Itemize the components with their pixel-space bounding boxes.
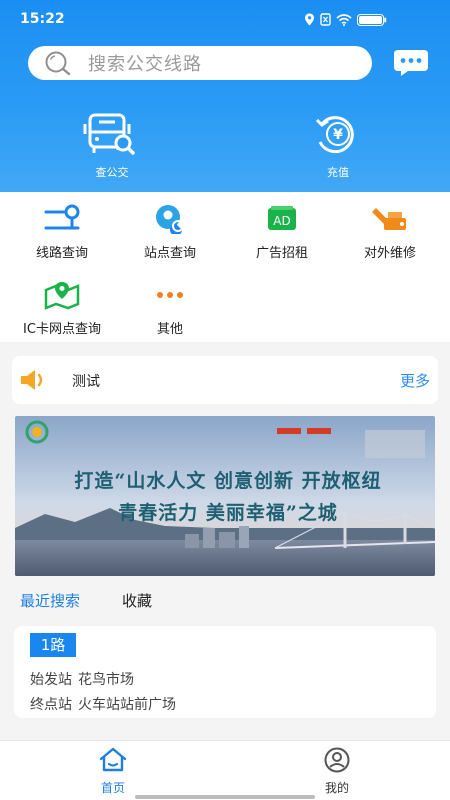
notice-more-link[interactable]: 更多 — [400, 370, 430, 391]
service-route-query[interactable]: 线路查询 — [6, 204, 118, 261]
battery-icon — [357, 13, 387, 26]
home-indicator — [135, 795, 315, 799]
tab-home[interactable]: 首页 — [73, 747, 153, 796]
search-placeholder: 搜索公交线路 — [88, 54, 202, 75]
service-label: 线路查询 — [35, 246, 88, 261]
svg-text:AD: AD — [273, 214, 290, 228]
quick-recharge-label: 充值 — [327, 166, 349, 179]
tab-profile-label: 我的 — [324, 781, 349, 795]
services-panel: 线路查询 站点查询 AD 广告招租 对外维修 IC卡网点查询 其他 — [0, 192, 450, 342]
repair-icon — [372, 208, 406, 230]
service-ad-rental[interactable]: AD 广告招租 — [226, 204, 338, 261]
yuan-recharge-icon: ¥ — [315, 116, 354, 154]
tab-home-label: 首页 — [100, 781, 125, 795]
notice-bar[interactable]: 测试 更多 — [12, 356, 438, 404]
map-pin-icon — [44, 282, 80, 310]
route-end-row: 终点站 火车站站前广场 — [30, 694, 176, 714]
message-button[interactable] — [392, 48, 430, 78]
bottom-tab-bar: 首页 我的 — [0, 740, 450, 800]
location-icon — [305, 13, 314, 26]
service-other[interactable]: 其他 — [114, 280, 226, 337]
quick-bus-query[interactable]: 查公交 — [52, 112, 172, 180]
route-start-row: 始发站 花鸟市场 — [30, 669, 134, 689]
home-icon — [99, 747, 127, 772]
search-icon — [45, 51, 71, 76]
recent-route-card[interactable]: 1路 始发站 花鸟市场 终点站 火车站站前广场 — [14, 626, 436, 718]
chat-bubble-icon — [394, 50, 428, 76]
bus-search-icon — [83, 113, 135, 155]
speaker-icon — [21, 370, 43, 390]
service-label: IC卡网点查询 — [23, 322, 101, 337]
status-time: 15:22 — [20, 11, 65, 27]
history-tabs: 最近搜索 收藏 — [20, 590, 152, 614]
service-label: 站点查询 — [143, 246, 196, 261]
service-repair[interactable]: 对外维修 — [334, 204, 446, 261]
tab-profile[interactable]: 我的 — [297, 747, 377, 796]
route-name-badge: 1路 — [30, 633, 76, 657]
banner-headline-2: 青春活力 美丽幸福”之城 — [118, 502, 338, 524]
service-label: 对外维修 — [363, 246, 416, 261]
quick-bus-label: 查公交 — [95, 166, 129, 179]
start-value: 花鸟市场 — [78, 672, 134, 688]
quick-recharge[interactable]: ¥ 充值 — [278, 112, 398, 180]
header: 15:22 搜索公交线路 查公交 ¥ 充值 — [0, 0, 450, 192]
ad-icon: AD — [268, 206, 296, 230]
notice-text: 测试 — [72, 374, 100, 390]
route-query-icon — [44, 204, 80, 230]
promo-banner[interactable]: 打造“山水人文 创意创新 开放枢纽 青春活力 美丽幸福”之城 — [15, 416, 435, 576]
tab-favorites[interactable]: 收藏 — [122, 590, 152, 614]
sim-icon — [320, 13, 331, 26]
search-bar[interactable]: 搜索公交线路 — [28, 46, 372, 80]
banner-image — [15, 416, 435, 576]
end-label: 终点站 — [30, 697, 72, 713]
service-label: 其他 — [156, 322, 183, 337]
tab-recent-search[interactable]: 最近搜索 — [20, 590, 80, 614]
service-ic-card-outlets[interactable]: IC卡网点查询 — [6, 280, 118, 337]
service-station-query[interactable]: 站点查询 — [114, 204, 226, 261]
wifi-icon — [336, 13, 352, 26]
service-label: 广告招租 — [255, 246, 308, 261]
svg-text:¥: ¥ — [333, 127, 343, 143]
start-label: 始发站 — [30, 672, 72, 688]
status-bar: 15:22 — [0, 0, 450, 40]
station-query-icon — [156, 205, 184, 236]
end-value: 火车站站前广场 — [78, 697, 176, 713]
more-dots-icon — [157, 292, 183, 298]
banner-headline-1: 打造“山水人文 创意创新 开放枢纽 — [74, 470, 382, 492]
profile-icon — [324, 747, 350, 773]
